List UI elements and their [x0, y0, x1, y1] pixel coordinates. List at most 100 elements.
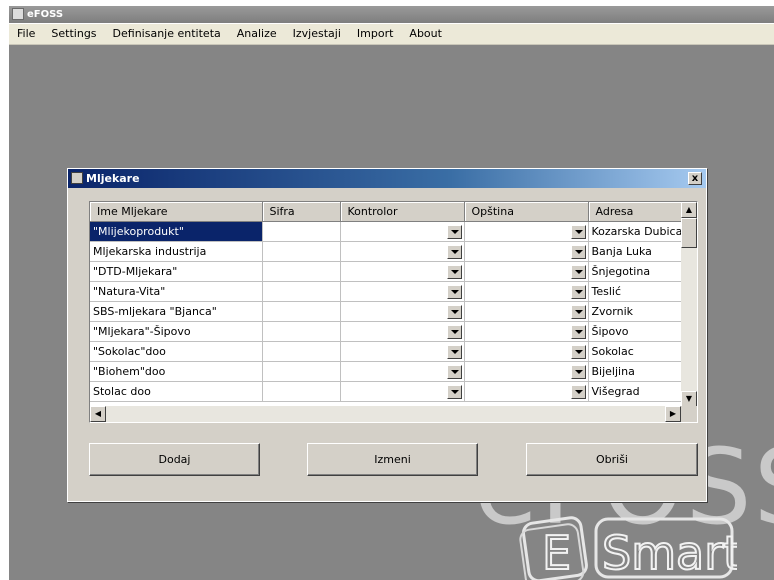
dropdown-arrow-icon[interactable] [570, 324, 586, 339]
cell-adresa[interactable]: Šnjegotina [588, 261, 684, 282]
cell-opstina[interactable] [464, 261, 589, 282]
cell-adresa[interactable]: Teslić [588, 281, 684, 302]
scroll-left-icon[interactable]: ◀ [90, 406, 106, 422]
cell-sifra[interactable] [262, 361, 341, 382]
dropdown-arrow-icon[interactable] [446, 264, 462, 279]
app-title-bar: eFOSS [9, 6, 774, 23]
vertical-scrollbar[interactable]: ▲ ▼ [681, 202, 697, 407]
cell-opstina[interactable] [464, 241, 589, 262]
dropdown-arrow-icon[interactable] [446, 324, 462, 339]
table-row[interactable]: "DTD-Mljekara" Šnjegotina [90, 261, 684, 282]
edit-button[interactable]: Izmeni [307, 443, 478, 476]
scroll-up-icon[interactable]: ▲ [681, 202, 697, 218]
cell-opstina[interactable] [464, 221, 589, 242]
dropdown-arrow-icon[interactable] [570, 224, 586, 239]
cell-adresa[interactable]: Kozarska Dubica [588, 221, 684, 242]
cell-opstina[interactable] [464, 301, 589, 322]
dropdown-arrow-icon[interactable] [570, 304, 586, 319]
dropdown-arrow-icon[interactable] [570, 364, 586, 379]
cell-kontrolor[interactable] [340, 321, 465, 342]
cell-kontrolor[interactable] [340, 221, 465, 242]
mdi-workspace: eFOSS E Smart Mljekare x Ime Mljekare Si… [9, 45, 774, 580]
dropdown-arrow-icon[interactable] [570, 264, 586, 279]
menu-import[interactable]: Import [349, 24, 402, 44]
cell-kontrolor[interactable] [340, 341, 465, 362]
cell-name[interactable]: "Mlijekoprodukt" [90, 221, 263, 242]
cell-opstina[interactable] [464, 381, 589, 402]
scroll-down-icon[interactable]: ▼ [681, 391, 697, 407]
table-row[interactable]: Mljekarska industrija Banja Luka [90, 241, 684, 262]
column-header-ime-mljekare[interactable]: Ime Mljekare [90, 202, 263, 222]
cell-adresa[interactable]: Banja Luka [588, 241, 684, 262]
table-row[interactable]: "Biohem"doo Bijeljina [90, 361, 684, 382]
dropdown-arrow-icon[interactable] [446, 364, 462, 379]
cell-kontrolor[interactable] [340, 261, 465, 282]
menu-analize[interactable]: Analize [229, 24, 285, 44]
cell-sifra[interactable] [262, 281, 341, 302]
dropdown-arrow-icon[interactable] [570, 344, 586, 359]
cell-name[interactable]: Mljekarska industrija [90, 241, 263, 262]
dropdown-arrow-icon[interactable] [570, 284, 586, 299]
column-header-sifra[interactable]: Sifra [262, 202, 341, 222]
cell-name[interactable]: "Biohem"doo [90, 361, 263, 382]
cell-opstina[interactable] [464, 341, 589, 362]
cell-sifra[interactable] [262, 341, 341, 362]
delete-button[interactable]: Obriši [526, 443, 698, 476]
cell-name[interactable]: "Sokolac"doo [90, 341, 263, 362]
vertical-scroll-thumb[interactable] [681, 218, 697, 248]
cell-opstina[interactable] [464, 321, 589, 342]
cell-name[interactable]: "Mljekara"-Šipovo [90, 321, 263, 342]
cell-sifra[interactable] [262, 381, 341, 402]
table-row[interactable]: "Natura-Vita" Teslić [90, 281, 684, 302]
menu-file[interactable]: File [9, 24, 43, 44]
cell-name[interactable]: "Natura-Vita" [90, 281, 263, 302]
dropdown-arrow-icon[interactable] [446, 244, 462, 259]
dialog-title-bar[interactable]: Mljekare x [68, 169, 706, 188]
horizontal-scrollbar[interactable]: ◀ ▶ [90, 406, 681, 422]
table-row[interactable]: "Sokolac"doo Sokolac [90, 341, 684, 362]
dropdown-arrow-icon[interactable] [570, 244, 586, 259]
dropdown-arrow-icon[interactable] [446, 304, 462, 319]
table-row[interactable]: "Mlijekoprodukt" Kozarska Dubica [90, 221, 684, 242]
menu-definisanje-entiteta[interactable]: Definisanje entiteta [105, 24, 229, 44]
cell-kontrolor[interactable] [340, 281, 465, 302]
cell-adresa[interactable]: Zvornik [588, 301, 684, 322]
cell-adresa[interactable]: Višegrad [588, 381, 684, 402]
table-row[interactable]: SBS-mljekara "Bjanca" Zvornik [90, 301, 684, 322]
cell-name[interactable]: "DTD-Mljekara" [90, 261, 263, 282]
cell-kontrolor[interactable] [340, 301, 465, 322]
dropdown-arrow-icon[interactable] [446, 284, 462, 299]
column-header-adresa[interactable]: Adresa [588, 202, 684, 222]
dropdown-arrow-icon[interactable] [446, 344, 462, 359]
menu-settings[interactable]: Settings [43, 24, 104, 44]
dropdown-arrow-icon[interactable] [570, 384, 586, 399]
cell-sifra[interactable] [262, 261, 341, 282]
cell-sifra[interactable] [262, 221, 341, 242]
cell-adresa[interactable]: Sokolac [588, 341, 684, 362]
cell-adresa[interactable]: Šipovo [588, 321, 684, 342]
cell-sifra[interactable] [262, 321, 341, 342]
cell-kontrolor[interactable] [340, 381, 465, 402]
cell-kontrolor[interactable] [340, 241, 465, 262]
cell-sifra[interactable] [262, 301, 341, 322]
close-icon[interactable]: x [688, 172, 702, 185]
menu-about[interactable]: About [401, 24, 450, 44]
cell-name[interactable]: Stolac doo [90, 381, 263, 402]
column-header-opstina[interactable]: Opština [464, 202, 589, 222]
cell-name[interactable]: SBS-mljekara "Bjanca" [90, 301, 263, 322]
dropdown-arrow-icon[interactable] [446, 224, 462, 239]
cell-kontrolor[interactable] [340, 361, 465, 382]
cell-opstina[interactable] [464, 361, 589, 382]
cell-sifra[interactable] [262, 241, 341, 262]
mljekare-grid[interactable]: Ime Mljekare Sifra Kontrolor Opština Adr… [89, 201, 698, 423]
add-button[interactable]: Dodaj [89, 443, 260, 476]
column-header-kontrolor[interactable]: Kontrolor [340, 202, 465, 222]
scroll-right-icon[interactable]: ▶ [665, 406, 681, 422]
cell-opstina[interactable] [464, 281, 589, 302]
menu-izvjestaji[interactable]: Izvjestaji [285, 24, 349, 44]
cell-adresa[interactable]: Bijeljina [588, 361, 684, 382]
menu-bar: File Settings Definisanje entiteta Analize I… [9, 24, 774, 45]
table-row[interactable]: Stolac doo Višegrad [90, 381, 684, 402]
dropdown-arrow-icon[interactable] [446, 384, 462, 399]
table-row[interactable]: "Mljekara"-Šipovo Šipovo [90, 321, 684, 342]
